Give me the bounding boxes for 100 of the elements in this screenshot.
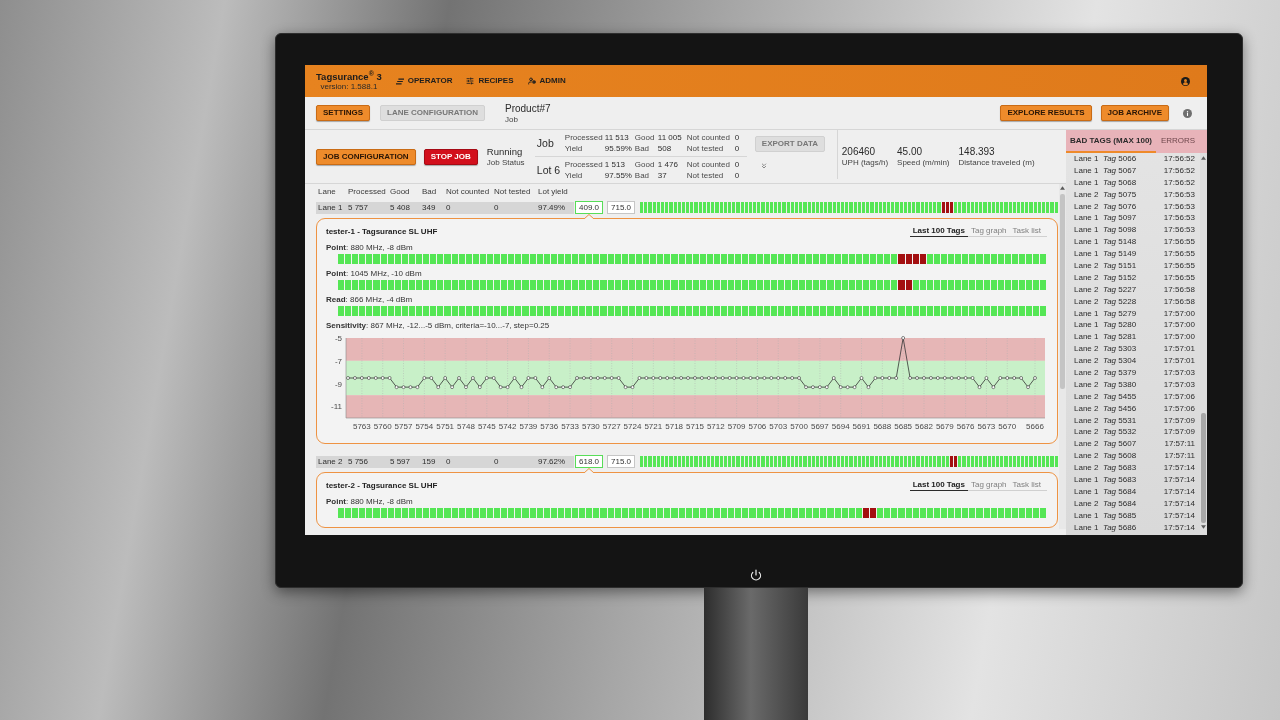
table-cell: 17:57:03 [1163,380,1195,389]
axis-tick-label: 5733 [561,422,579,431]
table-cell-text: Lane 2 [1074,261,1100,270]
table-cell-text: Tag 5228 [1103,297,1138,306]
table-cell: 17:57:06 [1163,404,1195,413]
table-cell: 17:56:55 [1163,261,1195,270]
table-cell-text: 159 [421,457,437,466]
table-cell-text: Tag 5281 [1103,333,1138,342]
job-status-value: Running [486,146,524,157]
stat-label: Not counted [686,160,731,169]
stat-label: Yield [564,144,584,153]
table-cell-text: Tag 5531 [1103,416,1138,425]
table-cell-text: Tag 5076 [1103,202,1138,211]
column-header: Good [389,188,411,196]
stat-value: 1 476 [657,160,679,169]
stat-label: Good [634,160,656,169]
axis-tick-label: 5706 [748,422,767,431]
stat-label: Processed [564,133,604,142]
stat-label: Not tested [686,171,725,180]
axis-tick-label: 5748 [457,422,475,431]
table-cell-text: Tag 5684 [1103,487,1138,496]
table-cell-text: Lane 1 [1074,166,1100,175]
table-cell-text: Lane 2 [1074,357,1100,366]
axis-tick-label: 5760 [373,422,392,431]
table-cell: 17:56:58 [1163,297,1195,306]
stat-label: Bad [634,171,651,180]
table-cell-text: Lane 2 [1074,297,1100,306]
axis-tick-label: 5703 [769,422,788,431]
axis-tick-label: 5700 [790,422,808,431]
table-cell: 17:56:55 [1163,238,1195,247]
axis-tick-label: 5721 [644,422,663,431]
reading-field: 618.0 [575,455,603,468]
table-cell-text: Lane 1 [1074,333,1100,342]
metric-label: Distance traveled (m) [958,158,1035,167]
product-title: Product#7 [505,102,551,114]
table-cell-text: 349 [421,203,437,212]
table-cell-text: 97.62% [537,457,567,466]
axis-tick-label: 5694 [831,422,850,431]
table-cell-text: 0 [445,457,452,466]
product-caption: Job [505,114,519,124]
table-cell-text: Lane 2 [1074,392,1100,401]
metric-label: UPH (tags/h) [841,158,889,167]
table-cell: 17:56:52 [1163,154,1195,163]
table-cell-text: Lane 1 [1074,178,1100,187]
table-cell: 17:57:01 [1163,357,1195,366]
table-cell: 17:57:00 [1163,333,1195,342]
measurement-label: Read: 866 MHz, -4 dBm [326,295,414,304]
chart-title: Sensitivity: 867 MHz, -12...-5 dBm, criteria=-10...-7, step=0.25 [326,321,551,330]
metric-value: 206460 [841,146,877,157]
stat-value: 97.55% [604,171,633,180]
table-cell-text: Lane 2 [1074,464,1100,473]
axis-tick-label: 5724 [623,422,642,431]
table-cell-text: Lane 2 [1074,452,1100,461]
table-cell: 17:56:52 [1163,166,1195,175]
stat-value: 0 [734,171,741,180]
table-cell: 17:56:52 [1163,178,1195,187]
stat-value: 95.59% [604,144,633,153]
stat-value: 508 [657,144,673,153]
measurement-label: Point: 1045 MHz, -10 dBm [326,269,423,278]
axis-tick-label: 5754 [415,422,434,431]
table-cell: 17:57:09 [1163,428,1195,437]
column-header: Not counted [445,188,491,196]
table-cell-text: Tag 5279 [1103,309,1138,318]
table-cell: 17:56:58 [1163,285,1195,294]
measurement-label: Point: 880 MHz, -8 dBm [326,243,414,252]
stat-value: 37 [657,171,668,180]
table-cell-text: Lane 2 [1074,440,1100,449]
table-cell: 17:57:14 [1163,511,1195,520]
axis-tick-label: 5688 [873,422,892,431]
axis-tick-label: 5715 [686,422,704,431]
table-cell-text: Tag 5097 [1103,214,1138,223]
table-cell-text: Lane 2 [1074,380,1100,389]
stat-label: Yield [564,171,584,180]
table-cell-text: Tag 5149 [1103,250,1138,259]
table-cell-text: Tag 5380 [1103,380,1138,389]
table-cell-text: Lane 2 [317,457,344,466]
table-cell: 17:57:00 [1163,309,1195,318]
axis-tick-label: 5709 [727,422,746,431]
table-cell-text: 0 [493,457,500,466]
table-cell-text: Tag 5148 [1103,238,1138,247]
table-cell-text: Lane 2 [1074,285,1100,294]
table-cell-text: Lane 2 [1074,428,1100,437]
summary-title: Lot 6 [535,164,562,176]
table-cell-text: 5 597 [389,457,412,466]
table-cell: 17:57:09 [1163,416,1195,425]
table-cell: 17:57:14 [1163,487,1195,496]
column-header: Bad [421,188,438,196]
table-cell: 17:56:53 [1163,226,1195,235]
axis-tick-label: 5727 [602,422,621,431]
table-cell: 17:57:03 [1163,368,1195,377]
table-cell: 17:57:11 [1164,452,1195,461]
column-header: Lot yield [537,188,569,196]
table-cell-text: Lane 2 [1074,273,1100,282]
axis-tick-label: 5751 [436,422,455,431]
table-cell-text: Tag 5685 [1103,511,1138,520]
table-cell-text: Lane 2 [1074,404,1100,413]
table-cell: 17:57:06 [1163,392,1195,401]
table-cell-text: Tag 5075 [1103,190,1138,199]
stat-value: 1 513 [604,160,626,169]
table-cell-text: Tag 5227 [1103,285,1138,294]
